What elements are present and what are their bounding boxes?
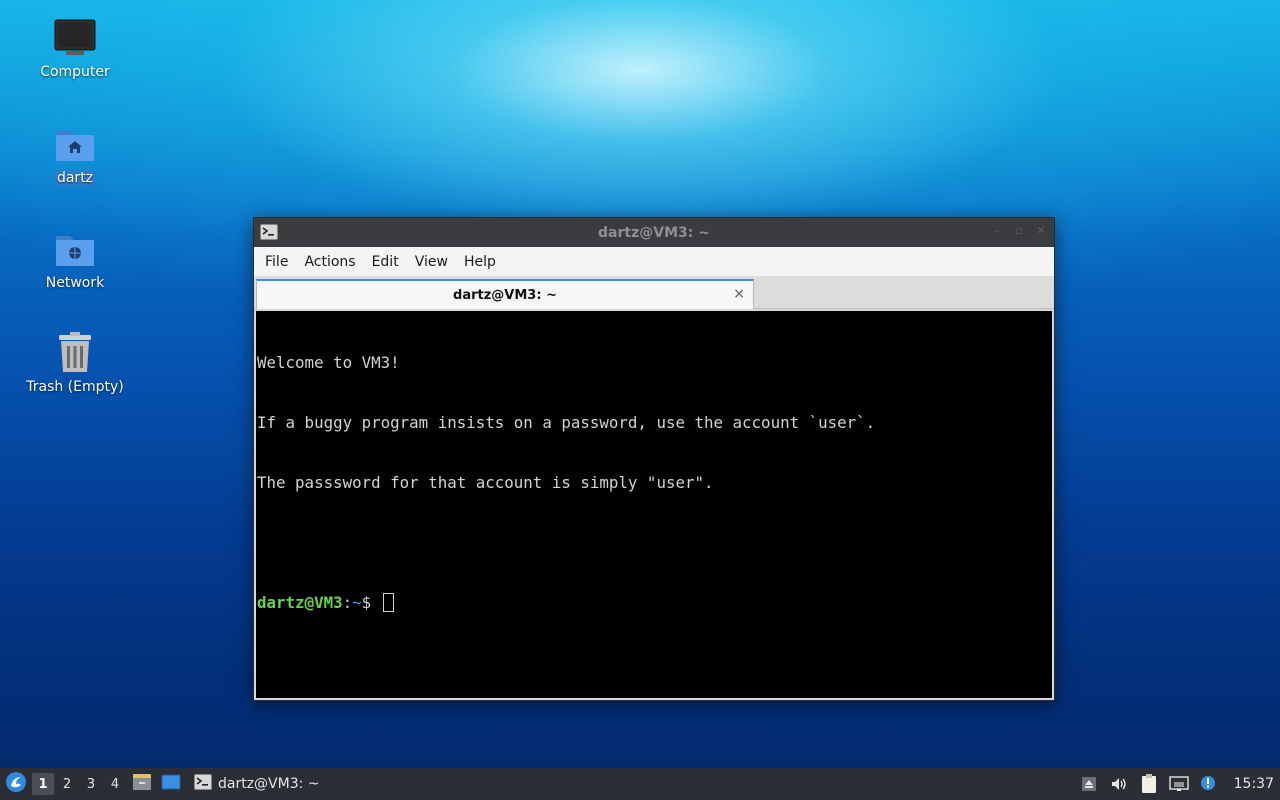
menu-edit[interactable]: Edit [364,254,407,270]
tray-network-icon[interactable] [1166,771,1192,797]
close-button[interactable]: ✕ [1034,224,1048,238]
start-menu-button[interactable] [2,770,30,798]
tab-terminal[interactable]: dartz@VM3: ~ × [256,279,754,309]
desktop-icon-label: Computer [40,64,110,80]
quicklaunch-show-desktop[interactable] [158,771,184,797]
desktop-icon-label: Trash (Empty) [26,379,124,395]
prompt-user: dartz@VM3 [257,593,343,612]
menu-help[interactable]: Help [456,254,504,270]
file-manager-icon [132,773,152,795]
terminal-line: Welcome to VM3! [257,353,400,372]
menu-bar: File Actions Edit View Help [254,247,1054,276]
home-folder-icon [53,122,97,166]
terminal-window[interactable]: dartz@VM3: ~ – ▫ ✕ File Actions Edit Vie… [253,217,1055,701]
terminal-app-icon [260,224,278,244]
terminal-line: The passsword for that account is simply… [257,473,714,492]
terminal-output[interactable]: Welcome to VM3! If a buggy program insis… [256,311,1052,698]
terminal-task-icon [194,774,212,794]
desktop-icon-network[interactable]: Network [20,227,130,291]
desktop-icon-label: dartz [54,170,96,186]
window-title: dartz@VM3: ~ [598,224,710,241]
tab-bar: dartz@VM3: ~ × [254,276,1054,309]
tray-eject-icon[interactable] [1076,771,1102,797]
window-titlebar[interactable]: dartz@VM3: ~ – ▫ ✕ [254,218,1054,247]
tray-clipboard-icon[interactable] [1136,771,1162,797]
terminal-prompt: dartz@VM3:~$ [257,593,1052,613]
taskbar-task-label: dartz@VM3: ~ [218,776,320,792]
trash-icon [53,331,97,375]
menu-view[interactable]: View [407,254,456,270]
workspace-4[interactable]: 4 [104,773,126,795]
quicklaunch-file-manager[interactable] [129,771,155,797]
menu-file[interactable]: File [257,254,296,270]
maximize-button[interactable]: ▫ [1012,224,1026,238]
prompt-path: ~ [352,593,362,612]
lxqt-logo-icon [5,771,27,797]
minimize-button[interactable]: – [990,224,1004,238]
tab-close-icon[interactable]: × [733,286,745,302]
menu-actions[interactable]: Actions [296,254,363,270]
taskbar-task-terminal[interactable]: dartz@VM3: ~ [194,774,320,794]
desktop-icon-computer[interactable]: Computer [20,16,130,80]
workspace-3[interactable]: 3 [80,773,102,795]
computer-icon [53,16,97,60]
clock[interactable]: 15:37 [1234,776,1274,792]
desktop-icon-trash[interactable]: Trash (Empty) [20,331,130,395]
tab-label: dartz@VM3: ~ [453,287,557,303]
tray-notification-icon[interactable] [1196,771,1222,797]
desktop-icon [161,774,181,794]
workspace-2[interactable]: 2 [56,773,78,795]
desktop-icon-home[interactable]: dartz [20,122,130,186]
prompt-symbol: $ [361,593,381,612]
terminal-line: If a buggy program insists on a password… [257,413,876,432]
network-folder-icon [53,227,97,271]
terminal-cursor [382,593,394,612]
desktop-icon-label: Network [45,275,105,291]
prompt-separator: : [342,593,353,612]
taskbar: 1 2 3 4 dartz@VM3: ~ 15:37 [0,768,1280,800]
tray-volume-icon[interactable] [1106,771,1132,797]
workspace-1[interactable]: 1 [32,773,54,795]
system-tray: 15:37 [1072,768,1280,800]
